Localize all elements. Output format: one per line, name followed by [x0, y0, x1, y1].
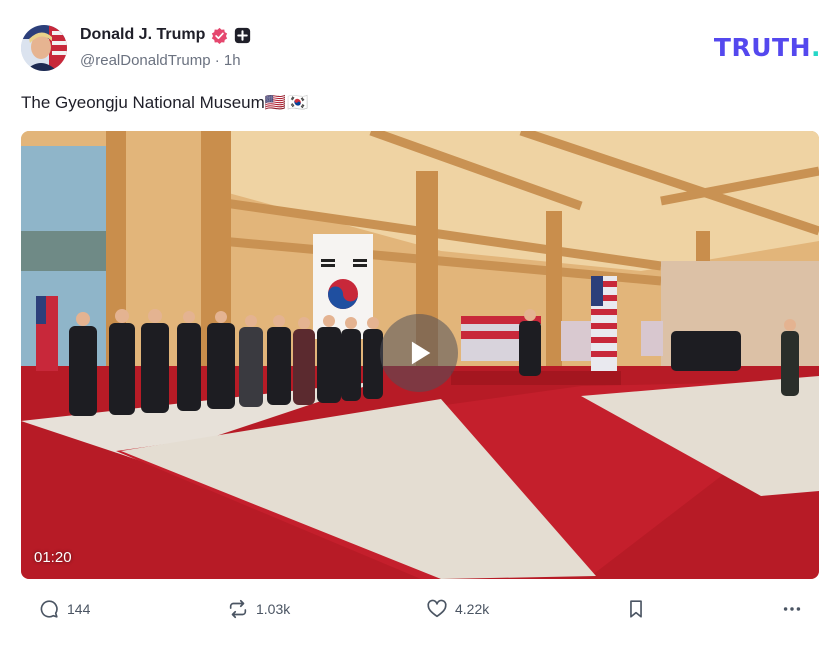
bookmark-icon: [630, 600, 642, 618]
comment-icon: [40, 600, 58, 618]
play-button[interactable]: [380, 314, 458, 392]
plus-badge-icon: [234, 27, 251, 44]
logo-text: TRUTH: [713, 33, 811, 62]
retruth-count: 1.03k: [256, 601, 291, 617]
reply-button[interactable]: 144: [38, 598, 90, 620]
avatar[interactable]: [21, 25, 67, 71]
truth-logo: TRUTH.: [714, 33, 821, 62]
verified-badge-icon: [211, 27, 228, 44]
bookmark-button[interactable]: [625, 598, 647, 620]
heart-icon: [427, 599, 447, 618]
flag-emoji: 🇺🇸🇰🇷: [264, 93, 310, 112]
handle[interactable]: @realDonaldTrump: [80, 52, 211, 69]
like-button[interactable]: 4.22k: [426, 598, 489, 620]
post-actions: 144 1.03k 4.22k: [21, 598, 821, 630]
timestamp[interactable]: 1h: [224, 52, 241, 69]
video-player[interactable]: 01:20: [21, 131, 819, 579]
more-options-button[interactable]: [781, 598, 803, 620]
video-duration: 01:20: [34, 549, 72, 566]
post-text: The Gyeongju National Museum🇺🇸🇰🇷: [21, 93, 309, 113]
handle-row: @realDonaldTrump · 1h: [80, 52, 241, 69]
reply-count: 144: [67, 601, 91, 617]
retruth-icon: [229, 599, 247, 619]
display-name[interactable]: Donald J. Trump: [80, 26, 205, 44]
post-header: Donald J. Trump @realDonaldTrump · 1h TR…: [21, 24, 821, 74]
separator: ·: [214, 52, 220, 69]
play-icon: [411, 341, 431, 365]
more-icon: [783, 607, 801, 611]
retruth-button[interactable]: 1.03k: [227, 598, 290, 620]
like-count: 4.22k: [455, 601, 490, 617]
logo-dot: .: [811, 33, 821, 62]
post-text-body: The Gyeongju National Museum: [21, 93, 265, 112]
